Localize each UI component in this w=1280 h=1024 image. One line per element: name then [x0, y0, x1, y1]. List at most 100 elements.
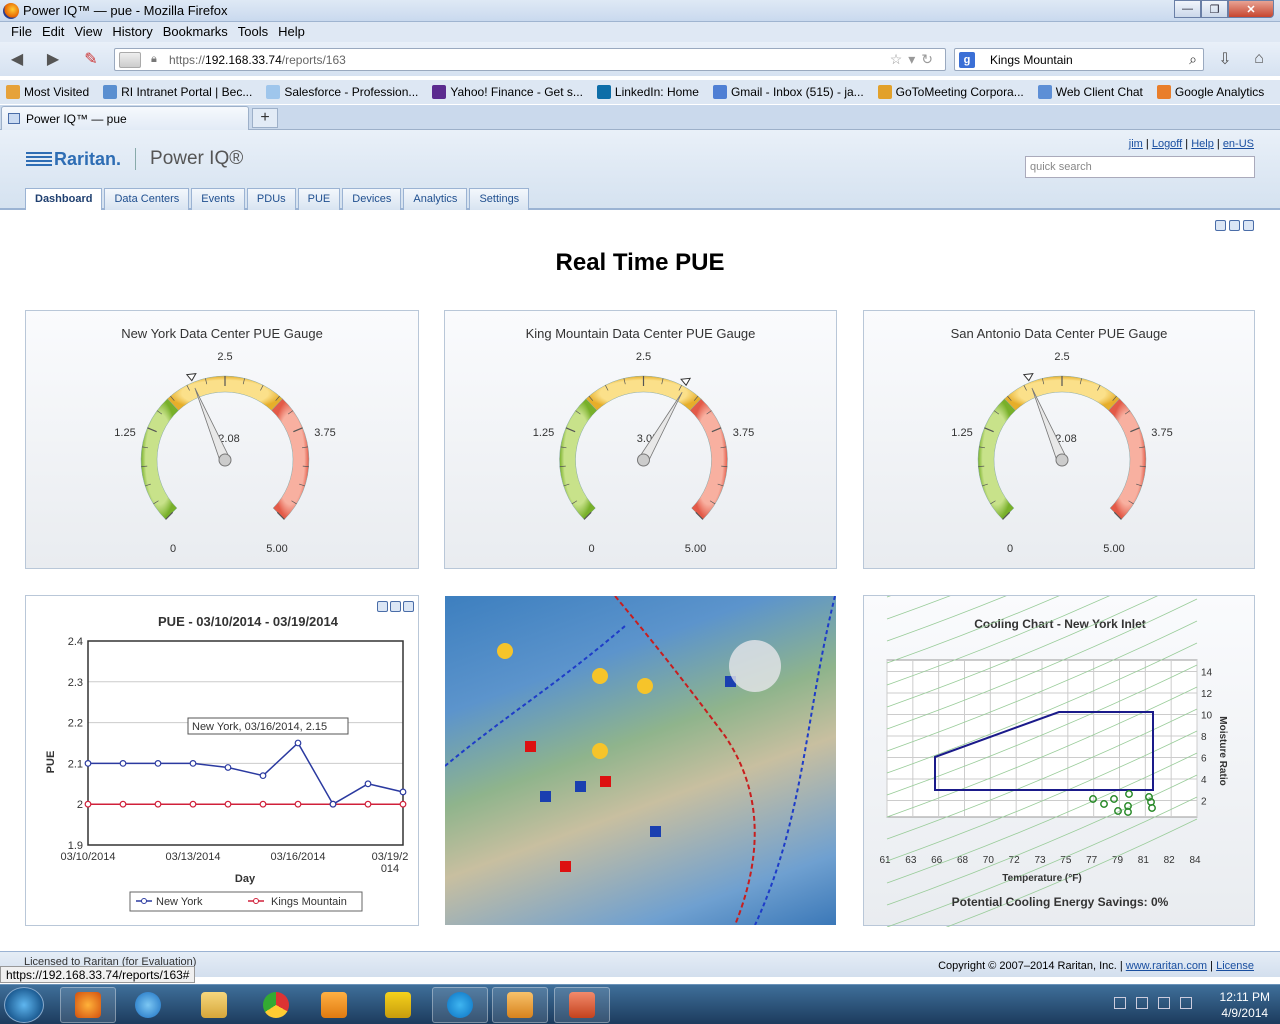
- quick-search-input[interactable]: quick search: [1025, 156, 1255, 178]
- restore-button[interactable]: ❐: [1201, 0, 1228, 18]
- locale-link[interactable]: en-US: [1223, 138, 1254, 150]
- data-point[interactable]: [119, 759, 127, 767]
- layout-icon[interactable]: [1215, 220, 1226, 231]
- chrome-taskbar-icon[interactable]: [248, 987, 304, 1023]
- license-link[interactable]: License: [1216, 960, 1254, 972]
- data-point[interactable]: [399, 800, 407, 808]
- forward-arrow-icon[interactable]: ▶: [42, 48, 64, 70]
- close-button[interactable]: ✕: [1228, 0, 1274, 18]
- data-point[interactable]: [189, 800, 197, 808]
- data-point[interactable]: [364, 800, 372, 808]
- menu-file[interactable]: File: [6, 22, 37, 42]
- legend-marker: [141, 898, 147, 904]
- new-tab-button[interactable]: +: [252, 108, 278, 128]
- bookmark-item[interactable]: GoToMeeting Corpora...: [877, 85, 1024, 99]
- search-bar[interactable]: g Kings Mountain ⌕: [954, 48, 1204, 71]
- help-link[interactable]: Help: [1191, 138, 1214, 150]
- bookmark-item[interactable]: RI Intranet Portal | Bec...: [103, 85, 252, 99]
- site-menu-icon[interactable]: [119, 52, 141, 68]
- data-point[interactable]: [84, 800, 92, 808]
- clock[interactable]: 12:11 PM 4/9/2014: [1220, 989, 1270, 1021]
- x-tick-label: 014: [381, 863, 399, 875]
- home-icon[interactable]: ⌂: [1248, 48, 1270, 70]
- back-arrow-icon[interactable]: ◀: [6, 48, 28, 70]
- data-point[interactable]: [224, 800, 232, 808]
- gauge-label: 0: [1007, 543, 1013, 555]
- menu-view[interactable]: View: [69, 22, 107, 42]
- tab-dashboard[interactable]: Dashboard: [25, 188, 103, 210]
- data-point[interactable]: [399, 788, 407, 796]
- menu-edit[interactable]: Edit: [37, 22, 69, 42]
- addon-icon[interactable]: ✎: [80, 48, 102, 70]
- bookmark-item[interactable]: Most Visited: [6, 85, 89, 99]
- tab-analytics[interactable]: Analytics: [403, 188, 468, 210]
- gauge-label: 0: [588, 543, 594, 555]
- logoff-link[interactable]: Logoff: [1152, 138, 1182, 150]
- menu-bookmarks[interactable]: Bookmarks: [158, 22, 233, 42]
- bookmark-label: RI Intranet Portal | Bec...: [121, 85, 253, 99]
- bookmarks-toolbar: Most Visited RI Intranet Portal | Bec... S…: [0, 80, 1280, 104]
- data-point[interactable]: [329, 800, 337, 808]
- weather-map[interactable]: [445, 596, 836, 925]
- data-point[interactable]: [154, 800, 162, 808]
- tab-events[interactable]: Events: [191, 188, 245, 210]
- ie-taskbar-icon[interactable]: [120, 987, 176, 1023]
- pue-chart-panel: PUE - 03/10/2014 - 03/19/2014 1.9 2 2.1 2.2 2…: [25, 595, 419, 926]
- menu-help[interactable]: Help: [273, 22, 310, 42]
- share-icon[interactable]: [1243, 220, 1254, 231]
- outlook-taskbar-icon[interactable]: [492, 987, 548, 1023]
- browser-tab[interactable]: Power IQ™ — pue: [1, 106, 249, 130]
- google-icon[interactable]: g: [959, 52, 975, 68]
- url-bar[interactable]: 🔒︎ https://192.168.33.74/reports/163 ☆▾↻: [114, 48, 946, 71]
- bookmark-item[interactable]: Salesforce - Profession...: [266, 85, 418, 99]
- menu-tools[interactable]: Tools: [233, 22, 273, 42]
- bookmark-item[interactable]: Yahoo! Finance - Get s...: [432, 85, 583, 99]
- data-point[interactable]: [294, 739, 302, 747]
- window-title: Power IQ™ — pue - Mozilla Firefox: [23, 3, 228, 18]
- data-point[interactable]: [364, 780, 372, 788]
- search-icon[interactable]: ⌕: [1189, 51, 1197, 68]
- raritan-site-link[interactable]: www.raritan.com: [1126, 960, 1207, 972]
- data-point[interactable]: [259, 772, 267, 780]
- data-point[interactable]: [119, 800, 127, 808]
- firefox-taskbar-icon[interactable]: [60, 987, 116, 1023]
- tab-devices[interactable]: Devices: [342, 188, 402, 210]
- user-link[interactable]: jim: [1129, 138, 1143, 150]
- tab-pue[interactable]: PUE: [297, 188, 341, 210]
- gauge-needle: [194, 387, 231, 463]
- tab-pdus[interactable]: PDUs: [246, 188, 296, 210]
- flag-icon[interactable]: [1136, 997, 1148, 1009]
- gauge-band-green: [977, 398, 1016, 520]
- tab-settings[interactable]: Settings: [469, 188, 530, 210]
- dropbox-icon[interactable]: [1180, 997, 1192, 1009]
- gauge-band-green: [140, 398, 179, 520]
- network-icon[interactable]: [1114, 997, 1126, 1009]
- skype-taskbar-icon[interactable]: [432, 987, 488, 1023]
- powerpoint-taskbar-icon[interactable]: [554, 987, 610, 1023]
- volume-icon[interactable]: [1158, 997, 1170, 1009]
- bookmark-item[interactable]: Web Client Chat: [1037, 85, 1143, 99]
- minimize-button[interactable]: —: [1174, 0, 1201, 18]
- gauge-hub: [1055, 453, 1069, 467]
- start-button[interactable]: [4, 987, 44, 1023]
- bookmark-item[interactable]: Gmail - Inbox (515) - ja...: [712, 85, 864, 99]
- vmware-taskbar-icon[interactable]: [370, 987, 426, 1023]
- settings-icon[interactable]: [1229, 220, 1240, 231]
- page-title: Real Time PUE: [555, 249, 725, 276]
- weather-map-overlay: [445, 596, 836, 925]
- menu-history[interactable]: History: [107, 22, 157, 42]
- download-icon[interactable]: ⇩: [1214, 48, 1236, 70]
- data-point[interactable]: [294, 800, 302, 808]
- explorer-taskbar-icon[interactable]: [186, 987, 242, 1023]
- bookmark-label: GoToMeeting Corpora...: [895, 85, 1024, 99]
- data-point[interactable]: [259, 800, 267, 808]
- data-point[interactable]: [189, 759, 197, 767]
- tab-data-centers[interactable]: Data Centers: [104, 188, 190, 210]
- bookmark-star-icon[interactable]: ☆▾↻: [890, 51, 939, 68]
- data-point[interactable]: [154, 759, 162, 767]
- bookmark-item[interactable]: Google Analytics: [1156, 85, 1264, 99]
- bookmark-item[interactable]: LinkedIn: Home: [596, 85, 699, 99]
- data-point[interactable]: [224, 764, 232, 771]
- data-point[interactable]: [84, 759, 92, 767]
- media-taskbar-icon[interactable]: [306, 987, 362, 1023]
